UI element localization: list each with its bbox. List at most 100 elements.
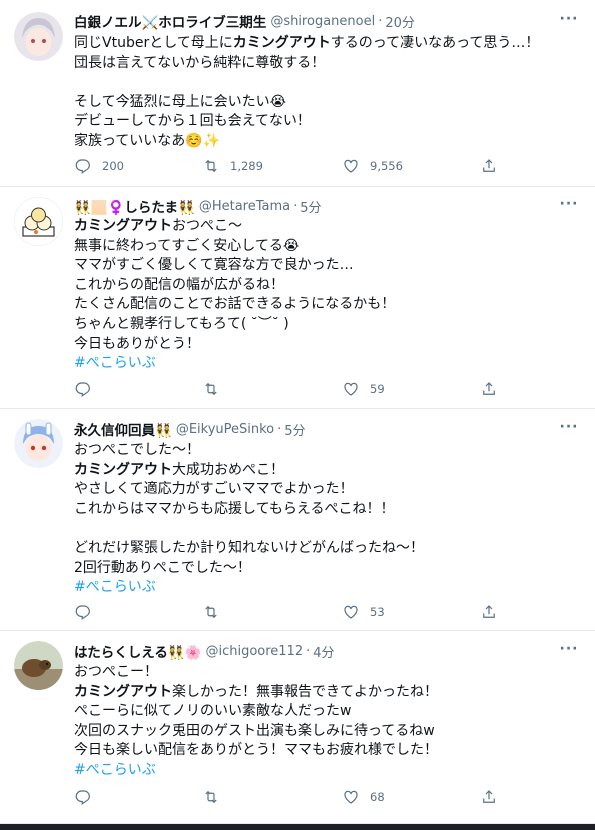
share-button[interactable] — [480, 787, 508, 807]
retweet-button[interactable] — [202, 787, 230, 807]
tweet[interactable]: 白銀ノエル⚔️ホロライブ三期生 @shiroganenoel · 20分 ···… — [0, 0, 595, 187]
tweet-actions: 200 1,289 9,556 — [74, 156, 514, 176]
share-button[interactable] — [480, 602, 508, 622]
share-button[interactable] — [480, 156, 508, 176]
share-icon — [483, 382, 495, 395]
timestamp[interactable]: 20分 — [385, 12, 415, 31]
tweet-header: はたらくしえる👯🌸 @ichigoore112 · 4分 — [74, 641, 335, 662]
display-name[interactable]: 白銀ノエル⚔️ホロライブ三期生 — [74, 11, 266, 31]
bottom-edge-bar — [0, 824, 595, 830]
tweet-actions: 53 — [74, 602, 514, 622]
tweet-text: 同じVtuberとして母上にカミングアウトするのって凄いなあって思う…！ 団長は… — [74, 34, 579, 152]
user-handle[interactable]: @HetareTama — [199, 199, 290, 214]
reply-icon — [75, 159, 90, 174]
text-line: これからはママからも応援してもらえるぺこね！！ — [74, 500, 395, 517]
retweet-button[interactable] — [202, 602, 230, 622]
reply-icon — [75, 605, 90, 620]
user-handle[interactable]: @shiroganenoel — [270, 14, 375, 29]
retweet-count: 1,289 — [230, 159, 263, 173]
tweet-actions: 59 — [74, 379, 514, 399]
more-icon[interactable]: ··· — [557, 196, 581, 216]
like-count: 9,556 — [370, 159, 403, 173]
tweet[interactable]: 永久信仰回員👯 @EikyuPeSinko · 5分 ··· おつぺこでした〜！… — [0, 409, 595, 631]
text-line: #ぺこらいぶ — [74, 578, 579, 598]
text-line: どれだけ緊張したか計り知れないけどがんばったね〜！ — [74, 539, 424, 556]
text-line: 今日も楽しい配信をありがとう！ママもお疲れ様でした！ — [74, 742, 438, 759]
text-line — [74, 73, 579, 93]
text-line: #ぺこらいぶ — [74, 761, 579, 781]
retweet-icon — [205, 382, 217, 396]
display-name[interactable]: 永久信仰回員👯 — [74, 419, 172, 439]
tweet-header: 白銀ノエル⚔️ホロライブ三期生 @shiroganenoel · 20分 — [74, 11, 415, 32]
retweet-icon — [205, 790, 217, 804]
like-button[interactable]: 9,556 — [342, 156, 403, 176]
text-line: 家族っていいなあ☺️✨ — [74, 132, 221, 149]
reply-button[interactable] — [74, 787, 102, 807]
display-name[interactable]: 👯🏻♀️しらたま👯 — [74, 196, 195, 216]
separator-dot: · — [277, 421, 282, 437]
text-line — [74, 519, 579, 539]
tweet-actions: 68 — [74, 787, 514, 807]
text-line: やさしくて適応力がすごいママでよかった！ — [74, 481, 354, 498]
reply-icon — [75, 790, 90, 805]
text-line: ちゃんと親孝行してもろて( ˘︶˘ ) — [74, 315, 289, 332]
separator-dot: · — [306, 643, 311, 659]
tweet-text: おつぺこー！ カミングアウト楽しかった！無事報告できてよかったね！ ぺこーらに似… — [74, 663, 579, 781]
hashtag-link[interactable]: #ぺこらいぶ — [74, 762, 156, 778]
hashtag-link[interactable]: #ぺこらいぶ — [74, 355, 156, 371]
timestamp[interactable]: 5分 — [284, 420, 305, 439]
retweet-icon — [205, 605, 217, 619]
like-icon — [344, 605, 358, 619]
text-line: 団長は言えてないから純粋に尊敬する！ — [74, 54, 326, 71]
user-handle[interactable]: @ichigoore112 — [205, 644, 303, 659]
user-handle[interactable]: @EikyuPeSinko — [176, 422, 274, 437]
timestamp[interactable]: 5分 — [300, 197, 321, 216]
like-button[interactable]: 68 — [342, 787, 385, 807]
more-icon[interactable]: ··· — [557, 419, 581, 439]
text-line: 同じVtuberとして母上にカミングアウトするのって凄いなあって思う…！ — [74, 35, 540, 51]
reply-button[interactable]: 200 — [74, 156, 124, 176]
text-line: デビューしてから１回も会えてない！ — [74, 113, 311, 130]
like-button[interactable]: 59 — [342, 379, 385, 399]
tweet[interactable]: 👯🏻♀️しらたま👯 @HetareTama · 5分 ··· カミングアウトおつ… — [0, 187, 595, 409]
like-count: 68 — [370, 790, 385, 804]
reply-icon — [75, 382, 90, 397]
text-line: 無事に終わってすごく安心してる😭 — [74, 237, 300, 254]
avatar[interactable] — [14, 419, 63, 468]
tweet-text: おつぺこでした〜！ カミングアウト大成功おめぺこ！ やさしくて適応力がすごいママ… — [74, 441, 579, 598]
retweet-button[interactable] — [202, 379, 230, 399]
text-line: そして今猛烈に母上に会いたい😭 — [74, 93, 286, 110]
text-line: カミングアウトおつぺこ〜 — [74, 218, 242, 234]
reply-button[interactable] — [74, 602, 102, 622]
like-count: 53 — [370, 605, 385, 619]
text-line: 今日もありがとう！ — [74, 335, 200, 352]
share-icon — [483, 790, 495, 803]
text-line: カミングアウト楽しかった！無事報告できてよかったね！ — [74, 683, 438, 700]
like-count: 59 — [370, 382, 385, 396]
tweet[interactable]: はたらくしえる👯🌸 @ichigoore112 · 4分 ··· おつぺこー！ … — [0, 631, 595, 824]
separator-dot: · — [378, 13, 383, 29]
text-line: 2回行動ありぺこでした〜！ — [74, 559, 251, 576]
share-icon — [483, 605, 495, 618]
like-icon — [344, 159, 358, 173]
separator-dot: · — [293, 198, 298, 214]
retweet-button[interactable]: 1,289 — [202, 156, 263, 176]
text-line: ぺこーらに似てノリのいい素敵な人だったw — [74, 703, 352, 720]
like-icon — [344, 382, 358, 396]
tweet-header: 永久信仰回員👯 @EikyuPeSinko · 5分 — [74, 419, 306, 440]
reply-button[interactable] — [74, 379, 102, 399]
like-button[interactable]: 53 — [342, 602, 385, 622]
tweet-text: カミングアウトおつぺこ〜 無事に終わってすごく安心してる😭 ママがすごく優しくて… — [74, 217, 579, 374]
display-name[interactable]: はたらくしえる👯🌸 — [74, 641, 201, 661]
share-button[interactable] — [480, 379, 508, 399]
text-line: カミングアウト大成功おめぺこ！ — [74, 461, 284, 478]
hashtag-link[interactable]: #ぺこらいぶ — [74, 579, 156, 595]
avatar[interactable] — [14, 12, 63, 61]
avatar[interactable] — [14, 641, 63, 690]
share-icon — [483, 159, 495, 172]
avatar[interactable] — [14, 197, 63, 246]
more-icon[interactable]: ··· — [557, 641, 581, 661]
more-icon[interactable]: ··· — [557, 11, 581, 31]
timestamp[interactable]: 4分 — [313, 642, 334, 661]
text-line: おつぺこでした〜！ — [74, 442, 200, 458]
